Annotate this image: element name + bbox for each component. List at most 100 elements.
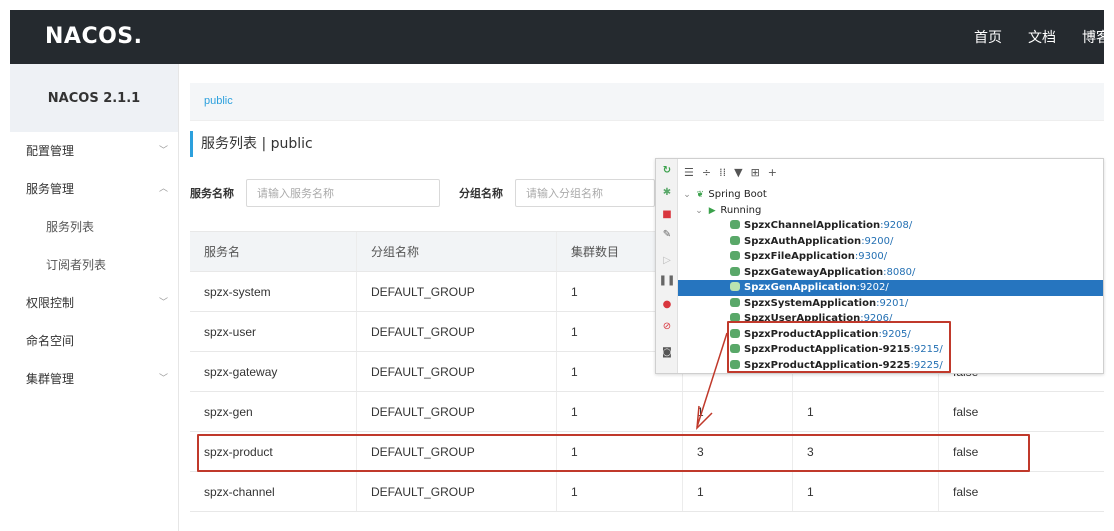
- chevron-down-icon: ﹀: [158, 298, 168, 308]
- sidebar-item-service[interactable]: 服务管理 ︿: [10, 170, 178, 208]
- top-nav: 首页 文档 博客: [974, 10, 1104, 64]
- tree-node-app[interactable]: SpzxUserApplication:9206/: [678, 311, 1103, 327]
- sidebar-item-cluster[interactable]: 集群管理 ﹀: [10, 360, 178, 398]
- nav-docs[interactable]: 文档: [1028, 27, 1056, 47]
- collapse-all-icon[interactable]: ÷: [702, 166, 711, 179]
- sidebar: NACOS 2.1.1 配置管理 ﹀ 服务管理 ︿ 服务列表 订阅者列表 权限控…: [10, 64, 179, 531]
- sidebar-item-label: 服务管理: [26, 182, 75, 196]
- camera-icon[interactable]: ◙: [656, 347, 678, 358]
- tree-node-app[interactable]: SpzxProductApplication-9215:9215/: [678, 342, 1103, 358]
- tree-node-app[interactable]: SpzxSystemApplication:9201/: [678, 296, 1103, 312]
- expand-all-icon[interactable]: ☰: [684, 166, 694, 179]
- sidebar-item-label: 配置管理: [26, 144, 75, 158]
- cell-col-4: 1: [682, 472, 792, 511]
- app-name: SpzxGenApplication: [744, 282, 857, 293]
- rerun-icon[interactable]: ↻: [656, 165, 678, 176]
- resume-icon[interactable]: ▷: [656, 255, 678, 266]
- cell-col-4: 3: [682, 432, 792, 471]
- cell-cluster-count: 1: [556, 472, 682, 511]
- wrench-icon[interactable]: ✎: [656, 229, 678, 240]
- tree-node-spring-boot[interactable]: ⌄ ❦ Spring Boot: [678, 187, 1103, 203]
- sidebar-item-service-list[interactable]: 服务列表: [10, 208, 178, 246]
- ide-side-toolbar: ↻ ✱ ■ ✎ ▷ ❚❚ ● ⊘ ◙: [656, 159, 678, 373]
- app-bug-icon: [730, 282, 740, 291]
- cell-col-4: 1: [682, 392, 792, 431]
- app-port-link[interactable]: :9202/: [857, 282, 889, 293]
- chevron-down-icon: ﹀: [158, 374, 168, 384]
- app-port-link[interactable]: :9300/: [855, 251, 887, 262]
- nav-blog[interactable]: 博客: [1082, 27, 1104, 47]
- group-name-input[interactable]: [515, 179, 655, 207]
- breakpoint-icon[interactable]: ●: [656, 299, 678, 310]
- chevron-down-icon: ﹀: [158, 146, 168, 156]
- chevron-down-icon: ⌄: [695, 205, 703, 216]
- cell-service-name: spzx-gateway: [204, 365, 278, 379]
- cell-service-name: spzx-product: [204, 445, 273, 459]
- sidebar-item-auth[interactable]: 权限控制 ﹀: [10, 284, 178, 322]
- nav-home[interactable]: 首页: [974, 27, 1002, 47]
- app-port-link[interactable]: :9200/: [861, 236, 893, 247]
- cell-group-name: DEFAULT_GROUP: [356, 392, 556, 431]
- nacos-logo[interactable]: NACOS.: [45, 24, 143, 49]
- tree-node-app[interactable]: SpzxProductApplication:9205/: [678, 327, 1103, 343]
- pause-icon[interactable]: ❚❚: [656, 275, 678, 286]
- table-row[interactable]: spzx-channel DEFAULT_GROUP 1 1 1 false: [190, 472, 1104, 512]
- chevron-down-icon: ⌄: [683, 190, 691, 200]
- sidebar-item-namespace[interactable]: 命名空间: [10, 322, 178, 360]
- app-name: SpzxAuthApplication: [744, 235, 862, 247]
- app-name: SpzxGatewayApplication: [744, 266, 884, 278]
- tree-node-label: Spring Boot: [708, 189, 767, 200]
- tree-node-app[interactable]: SpzxProductApplication-9225:9225/: [678, 358, 1103, 374]
- app-bug-icon: [730, 220, 740, 229]
- mute-breakpoints-icon[interactable]: ⊘: [656, 321, 678, 332]
- app-port-link[interactable]: :9205/: [879, 329, 911, 340]
- app-port-link[interactable]: :9215/: [911, 344, 943, 355]
- group-name-label: 分组名称: [459, 187, 503, 200]
- breadcrumb-namespace[interactable]: public: [204, 95, 233, 107]
- cell-service-name: spzx-system: [204, 285, 271, 299]
- filter-icon[interactable]: ▼: [734, 166, 742, 179]
- app-port-link[interactable]: :8080/: [883, 267, 915, 278]
- app-port-link[interactable]: :9225/: [911, 360, 943, 371]
- cell-col-6: false: [938, 392, 1104, 431]
- tree-node-app[interactable]: SpzxFileApplication:9300/: [678, 249, 1103, 265]
- app-bug-icon: [730, 328, 740, 338]
- table-row[interactable]: spzx-gen DEFAULT_GROUP 1 1 1 false: [190, 392, 1104, 432]
- sidebar-item-label: 命名空间: [26, 334, 75, 348]
- cell-service-name: spzx-channel: [204, 485, 275, 499]
- cell-col-6: false: [938, 472, 1104, 511]
- service-name-label: 服务名称: [190, 187, 234, 200]
- sidebar-item-label: 集群管理: [26, 372, 75, 386]
- tree-node-app[interactable]: SpzxChannelApplication:9208/: [678, 218, 1103, 234]
- tree-node-running[interactable]: ⌄ ▶ Running: [678, 203, 1103, 219]
- tree-node-app[interactable]: SpzxAuthApplication:9200/: [678, 234, 1103, 250]
- add-service-icon[interactable]: +: [768, 166, 777, 179]
- app-name: SpzxFileApplication: [744, 251, 855, 262]
- ide-top-toolbar: ☰ ÷ ⁞⁞ ▼ ⊞ +: [678, 159, 1103, 185]
- cell-group-name: DEFAULT_GROUP: [356, 352, 556, 391]
- tree-node-app[interactable]: SpzxGatewayApplication:8080/: [678, 265, 1103, 281]
- run-icon: ▶: [708, 205, 716, 216]
- group-icon[interactable]: ⁞⁞: [719, 166, 726, 179]
- app-bug-icon: [730, 297, 740, 307]
- header-service-name: 服务名: [204, 245, 241, 259]
- table-row[interactable]: spzx-product DEFAULT_GROUP 1 3 3 false: [190, 432, 1104, 472]
- service-name-input[interactable]: [246, 179, 440, 207]
- app-bug-icon: [730, 359, 740, 369]
- sidebar-item-subscribers[interactable]: 订阅者列表: [10, 246, 178, 284]
- breadcrumb: public: [190, 83, 1104, 121]
- sidebar-version: NACOS 2.1.1: [10, 64, 178, 132]
- debug-icon[interactable]: ✱: [656, 187, 678, 198]
- app-name: SpzxProductApplication-9215: [744, 344, 911, 355]
- new-tab-icon[interactable]: ⊞: [751, 166, 760, 179]
- stop-icon[interactable]: ■: [656, 209, 678, 220]
- app-port-link[interactable]: :9208/: [880, 220, 912, 231]
- cell-group-name: DEFAULT_GROUP: [356, 312, 556, 351]
- cell-cluster-count: 1: [556, 392, 682, 431]
- app-name: SpzxProductApplication: [744, 328, 879, 340]
- sidebar-item-config[interactable]: 配置管理 ﹀: [10, 132, 178, 170]
- app-port-link[interactable]: :9206/: [860, 313, 892, 324]
- app-port-link[interactable]: :9201/: [876, 298, 908, 309]
- app-bug-icon: [730, 235, 740, 245]
- tree-node-app-selected[interactable]: SpzxGenApplication:9202/: [678, 280, 1103, 296]
